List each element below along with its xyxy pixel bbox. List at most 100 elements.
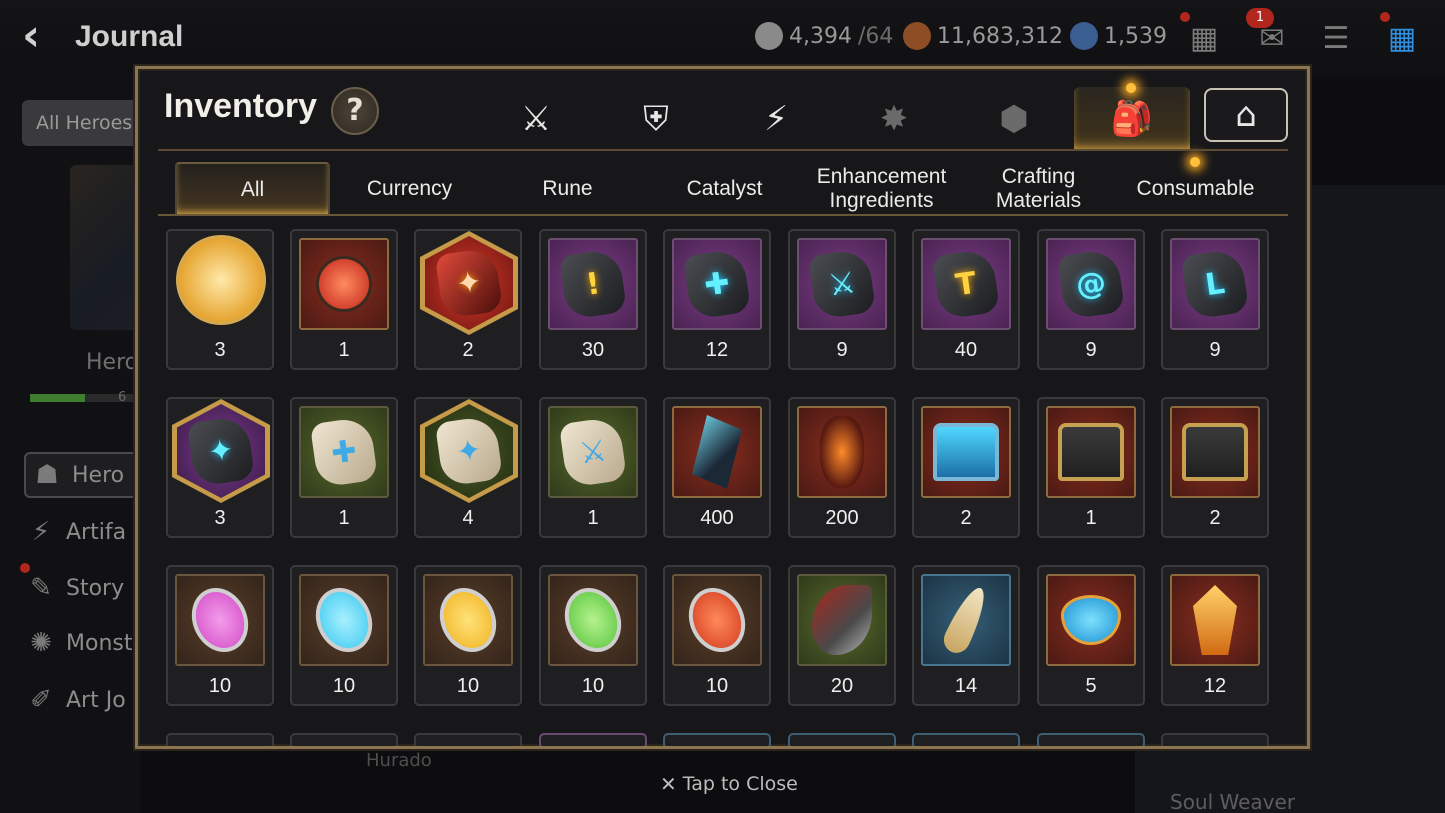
- subtab-crafting-materials[interactable]: Crafting Materials: [961, 162, 1116, 216]
- item-slot[interactable]: [414, 733, 522, 746]
- subtab-rune[interactable]: Rune: [490, 162, 645, 216]
- item-slot[interactable]: 10: [663, 565, 771, 706]
- item-slot[interactable]: [539, 733, 647, 746]
- subtab-enhancement-ingredients[interactable]: Enhancement Ingredients: [804, 162, 959, 216]
- item-slot[interactable]: 10: [166, 565, 274, 706]
- mail-badge: 1: [1246, 8, 1274, 28]
- header-divider: [158, 149, 1288, 151]
- item-slot[interactable]: L 9: [1161, 229, 1269, 370]
- item-slot[interactable]: T 40: [912, 229, 1020, 370]
- item-slot[interactable]: 1: [1037, 397, 1145, 538]
- item-slot[interactable]: 14: [912, 565, 1020, 706]
- rune-icon: ✦: [420, 399, 518, 503]
- tab-storage[interactable]: ⌂: [1204, 88, 1288, 142]
- rune-icon: L: [1180, 248, 1250, 320]
- tab-unequipped[interactable]: ⛨: [598, 87, 714, 151]
- item-slot[interactable]: [663, 733, 771, 746]
- item-slot[interactable]: ⚔ 9: [788, 229, 896, 370]
- item-slot[interactable]: 10: [414, 565, 522, 706]
- pink-gem-icon: [181, 578, 259, 662]
- item-slot[interactable]: 200: [788, 397, 896, 538]
- gold-value: 11,683,312: [937, 23, 1063, 49]
- item-slot[interactable]: [290, 733, 398, 746]
- item-slot[interactable]: 400: [663, 397, 771, 538]
- stamina-max: /64: [857, 23, 894, 49]
- tap-to-close[interactable]: ✕ Tap to Close: [660, 772, 798, 796]
- item-count: 40: [954, 339, 978, 361]
- gold-icon: [903, 22, 931, 50]
- soul-weaver-label: Soul Weaver: [1170, 790, 1296, 813]
- item-slot[interactable]: 3: [166, 229, 274, 370]
- tab-explosion[interactable]: ✸: [836, 87, 952, 151]
- tab-inventory[interactable]: 🎒: [1074, 87, 1190, 151]
- item-slot[interactable]: ✦ 2: [414, 229, 522, 370]
- item-count: 10: [456, 675, 480, 697]
- item-count: 4: [462, 507, 474, 529]
- explosion-icon: ✸: [879, 99, 909, 139]
- item-slot[interactable]: ✚ 1: [290, 397, 398, 538]
- page-title: Journal: [75, 20, 184, 53]
- item-count: 30: [581, 339, 605, 361]
- bird-token-icon: [176, 235, 266, 325]
- hero-progress-label: 6: [118, 390, 127, 405]
- subtab-all[interactable]: All: [175, 162, 330, 216]
- scroll-icon: ✎: [30, 573, 52, 603]
- item-slot[interactable]: @ 9: [1037, 229, 1145, 370]
- item-count: 14: [954, 675, 978, 697]
- chat-icon[interactable]: ☰: [1314, 16, 1358, 60]
- back-arrow-icon[interactable]: ‹: [22, 14, 62, 60]
- item-count: 10: [332, 675, 356, 697]
- red-crystal-icon: ✦: [420, 231, 518, 335]
- spark-effect: [1126, 83, 1136, 93]
- red-shard-icon: [820, 416, 864, 488]
- item-count: 2: [462, 339, 474, 361]
- item-count: 3: [214, 339, 226, 361]
- item-count: 400: [700, 507, 734, 529]
- tab-equipment[interactable]: ⚔: [478, 87, 594, 151]
- shop-icon[interactable]: ▦: [1182, 16, 1226, 60]
- item-slot[interactable]: 5: [1037, 565, 1145, 706]
- item-slot[interactable]: 2: [1161, 397, 1269, 538]
- red-gem-icon: [678, 578, 756, 662]
- hurado-label: Hurado: [366, 750, 432, 771]
- item-slot[interactable]: [1161, 733, 1269, 746]
- menu-grid-icon[interactable]: ▦: [1380, 16, 1424, 60]
- rune-icon: ✦: [172, 399, 270, 503]
- item-slot[interactable]: ⚔ 1: [539, 397, 647, 538]
- subtab-catalyst[interactable]: Catalyst: [647, 162, 802, 216]
- potion-icon: [316, 256, 372, 312]
- yellow-gem-icon: [429, 578, 507, 662]
- backpack-icon: 🎒: [1110, 99, 1154, 139]
- item-slot[interactable]: ✚ 12: [663, 229, 771, 370]
- item-slot[interactable]: ✦ 3: [166, 397, 274, 538]
- item-slot[interactable]: 10: [539, 565, 647, 706]
- item-count: 10: [208, 675, 232, 697]
- item-slot[interactable]: [1037, 733, 1145, 746]
- item-slot[interactable]: 12: [1161, 565, 1269, 706]
- item-slot[interactable]: 1: [290, 229, 398, 370]
- claw-icon: [812, 585, 872, 655]
- item-count: 1: [1085, 507, 1097, 529]
- item-slot[interactable]: ! 30: [539, 229, 647, 370]
- item-slot[interactable]: [912, 733, 1020, 746]
- amber-crystal-icon: [1193, 585, 1237, 655]
- item-count: 1: [338, 507, 350, 529]
- item-count: 10: [581, 675, 605, 697]
- close-hint-label: Tap to Close: [682, 773, 798, 795]
- help-button[interactable]: ?: [331, 87, 379, 135]
- item-count: 2: [1209, 507, 1221, 529]
- subtab-currency[interactable]: Currency: [332, 162, 487, 216]
- tab-artifacts[interactable]: ⚡: [718, 87, 834, 151]
- subtab-consumable[interactable]: Consumable: [1118, 162, 1273, 216]
- item-slot[interactable]: 10: [290, 565, 398, 706]
- item-slot[interactable]: 20: [788, 565, 896, 706]
- item-count: 12: [705, 339, 729, 361]
- inventory-modal: Inventory ? ⚔ ⛨ ⚡ ✸ ⬢ 🎒 ⌂ All Currency R…: [135, 66, 1310, 749]
- item-slot[interactable]: [166, 733, 274, 746]
- item-slot[interactable]: 2: [912, 397, 1020, 538]
- no-weapon-icon: ⛨: [643, 99, 669, 139]
- item-slot[interactable]: ✦ 4: [414, 397, 522, 538]
- stamina-value: 4,394: [789, 23, 852, 49]
- tab-cube[interactable]: ⬢: [956, 87, 1072, 151]
- item-slot[interactable]: [788, 733, 896, 746]
